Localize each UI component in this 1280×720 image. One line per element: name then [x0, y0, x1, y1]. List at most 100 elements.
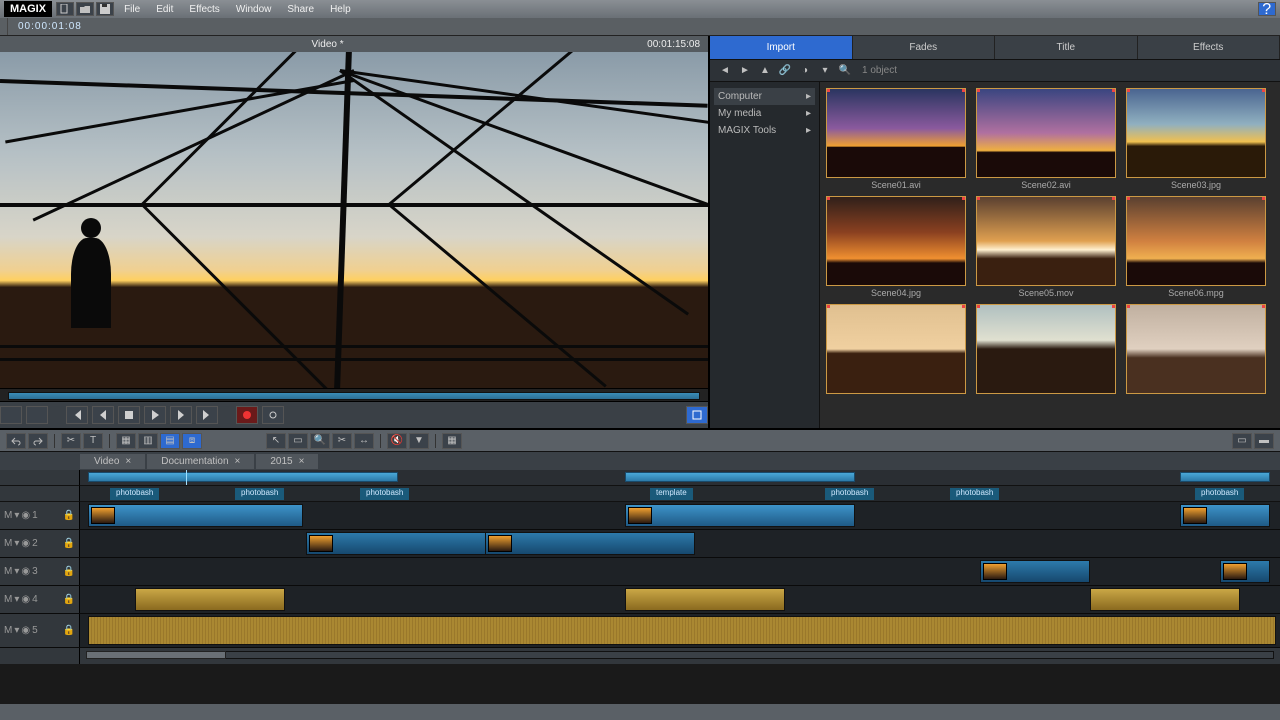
razor-tool[interactable]: ✂ — [332, 433, 352, 449]
help-icon[interactable]: ? — [1258, 2, 1276, 16]
video-clip[interactable] — [1180, 504, 1270, 527]
chapter-marker[interactable]: template — [650, 488, 693, 500]
preview-canvas[interactable] — [0, 52, 708, 388]
loop-button[interactable] — [262, 406, 284, 424]
nav-fwd-icon[interactable]: ► — [736, 63, 754, 79]
cut-button[interactable]: ✂ — [61, 433, 81, 449]
zoom-tool[interactable]: 🔍 — [310, 433, 330, 449]
magnet-button[interactable]: ⧈ — [182, 433, 202, 449]
open-file-icon[interactable] — [76, 2, 94, 16]
video-clip[interactable] — [980, 560, 1090, 583]
timeline-ruler[interactable] — [80, 470, 1280, 486]
play-button[interactable] — [144, 406, 166, 424]
goto-start-button[interactable] — [66, 406, 88, 424]
fullscreen-button[interactable] — [686, 406, 708, 424]
chapter-marker[interactable]: photobash — [360, 488, 409, 500]
track-lane[interactable] — [80, 586, 1280, 613]
options-icon[interactable]: ▾ — [816, 63, 834, 79]
audio-clip[interactable] — [1090, 588, 1240, 611]
media-thumb[interactable] — [826, 304, 966, 398]
search-icon[interactable]: 🔍 — [836, 63, 854, 79]
timeline-tab[interactable]: Documentation× — [147, 454, 254, 469]
media-thumb[interactable]: Scene02.avi — [976, 88, 1116, 192]
marker-tool[interactable]: ▼ — [409, 433, 429, 449]
video-clip[interactable] — [625, 504, 855, 527]
view-icon[interactable]: ◑ — [796, 63, 814, 79]
timeline-zoom-bar[interactable] — [0, 648, 1280, 664]
menu-effects[interactable]: Effects — [181, 2, 227, 17]
media-thumb[interactable] — [1126, 304, 1266, 398]
track-header[interactable]: M▾◉4🔒 — [0, 586, 80, 613]
playhead[interactable] — [186, 470, 187, 485]
mute-tool[interactable]: 🔇 — [387, 433, 407, 449]
media-thumb[interactable]: Scene04.jpg — [826, 196, 966, 300]
chapter-marker[interactable]: photobash — [825, 488, 874, 500]
mark-in-button[interactable] — [0, 406, 22, 424]
select-tool[interactable]: ▭ — [288, 433, 308, 449]
tab-effects[interactable]: Effects — [1138, 36, 1280, 59]
mark-out-button[interactable] — [26, 406, 48, 424]
close-icon[interactable]: × — [125, 456, 131, 467]
track-header[interactable]: M▾◉1🔒 — [0, 502, 80, 529]
new-file-icon[interactable] — [56, 2, 74, 16]
pointer-tool[interactable]: ↖ — [266, 433, 286, 449]
menu-window[interactable]: Window — [228, 2, 280, 17]
layout-b-button[interactable]: ▬ — [1254, 433, 1274, 449]
audio-clip[interactable] — [135, 588, 285, 611]
close-icon[interactable]: × — [235, 456, 241, 467]
undo-button[interactable] — [6, 433, 26, 449]
ungroup-button[interactable]: ▥ — [138, 433, 158, 449]
track-header[interactable]: M▾◉3🔒 — [0, 558, 80, 585]
timeline-tab[interactable]: Video× — [80, 454, 145, 469]
video-clip[interactable] — [88, 504, 303, 527]
menu-share[interactable]: Share — [279, 2, 322, 17]
snap-button[interactable]: ▤ — [160, 433, 180, 449]
layout-a-button[interactable]: ▭ — [1232, 433, 1252, 449]
media-thumb[interactable]: Scene03.jpg — [1126, 88, 1266, 192]
tree-magixtools[interactable]: MAGIX Tools▸ — [714, 122, 815, 139]
track-header[interactable]: M▾◉5🔒 — [0, 614, 80, 647]
media-thumb[interactable]: Scene05.mov — [976, 196, 1116, 300]
close-icon[interactable]: × — [299, 456, 305, 467]
chapter-marker[interactable]: photobash — [235, 488, 284, 500]
track-lane[interactable] — [80, 502, 1280, 529]
timeline-tab[interactable]: 2015× — [256, 454, 318, 469]
nav-up-icon[interactable]: ▲ — [756, 63, 774, 79]
link-icon[interactable]: 🔗 — [776, 63, 794, 79]
chapter-marker[interactable]: photobash — [110, 488, 159, 500]
menu-help[interactable]: Help — [322, 2, 359, 17]
marker-lane[interactable]: photobash photobash photobash template p… — [80, 486, 1280, 502]
media-thumb[interactable]: Scene06.mpg — [1126, 196, 1266, 300]
nav-back-icon[interactable]: ◄ — [716, 63, 734, 79]
video-clip[interactable] — [485, 532, 695, 555]
track-lane[interactable] — [80, 558, 1280, 585]
zoom-handle[interactable] — [86, 651, 226, 659]
group-button[interactable]: ▦ — [116, 433, 136, 449]
record-button[interactable] — [236, 406, 258, 424]
tab-title[interactable]: Title — [995, 36, 1138, 59]
title-button[interactable]: T — [83, 433, 103, 449]
track-lane[interactable] — [80, 614, 1280, 647]
scrub-bar[interactable] — [0, 388, 708, 402]
video-clip[interactable] — [1220, 560, 1270, 583]
goto-end-button[interactable] — [196, 406, 218, 424]
chapter-marker[interactable]: photobash — [950, 488, 999, 500]
tree-mymedia[interactable]: My media▸ — [714, 105, 815, 122]
redo-button[interactable] — [28, 433, 48, 449]
step-fwd-button[interactable] — [170, 406, 192, 424]
track-header[interactable]: M▾◉2🔒 — [0, 530, 80, 557]
tab-import[interactable]: Import — [710, 36, 853, 59]
menu-edit[interactable]: Edit — [148, 2, 181, 17]
save-file-icon[interactable] — [96, 2, 114, 16]
media-thumb[interactable]: Scene01.avi — [826, 88, 966, 192]
tab-fades[interactable]: Fades — [853, 36, 996, 59]
step-back-button[interactable] — [92, 406, 114, 424]
view-tool[interactable]: ▦ — [442, 433, 462, 449]
menu-file[interactable]: File — [116, 2, 148, 17]
audio-clip[interactable] — [625, 588, 785, 611]
chapter-marker[interactable]: photobash — [1195, 488, 1244, 500]
video-clip[interactable] — [306, 532, 486, 555]
tree-computer[interactable]: Computer▸ — [714, 88, 815, 105]
audio-clip[interactable] — [88, 616, 1276, 645]
stop-button[interactable] — [118, 406, 140, 424]
